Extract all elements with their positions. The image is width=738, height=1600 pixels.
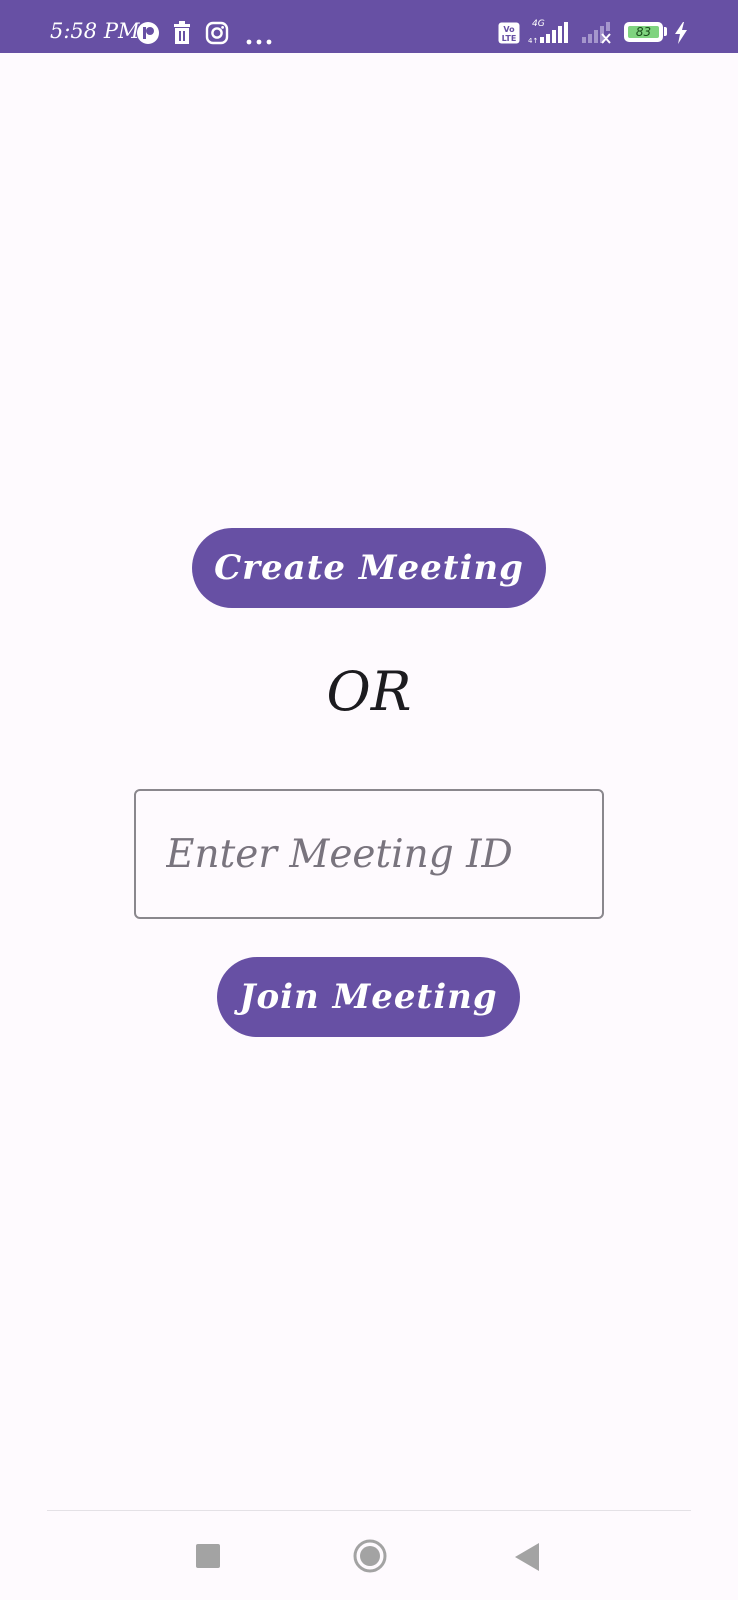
signal-no-service-icon: [580, 22, 616, 48]
battery-level: 83: [635, 25, 652, 39]
home-circle-icon[interactable]: [353, 1539, 387, 1577]
join-meeting-button[interactable]: Join Meeting: [217, 957, 520, 1037]
status-bar: 5:58 PM Vo LTE 4G 4↑ 83: [0, 0, 738, 53]
back-triangle-icon[interactable]: [515, 1543, 539, 1575]
svg-text:LTE: LTE: [502, 34, 517, 43]
battery-icon: 83: [624, 22, 663, 42]
more-dots-icon: [246, 30, 272, 49]
status-time: 5:58 PM: [50, 19, 140, 43]
or-separator-label: OR: [326, 660, 412, 723]
svg-text:Vo: Vo: [503, 25, 515, 34]
nav-bar-divider: [47, 1510, 691, 1511]
signal-icon: 4↑: [528, 22, 574, 48]
charging-icon: [674, 22, 688, 48]
recents-square-icon[interactable]: [196, 1544, 220, 1572]
battery-tip: [664, 27, 667, 36]
meeting-id-input[interactable]: [134, 789, 604, 919]
create-meeting-button[interactable]: Create Meeting: [192, 528, 546, 608]
volte-icon: Vo LTE: [498, 22, 520, 48]
instagram-icon: [205, 21, 229, 49]
trash-icon: [172, 21, 192, 49]
app-notification-icon: [136, 21, 160, 49]
svg-text:4↑: 4↑: [528, 37, 538, 44]
